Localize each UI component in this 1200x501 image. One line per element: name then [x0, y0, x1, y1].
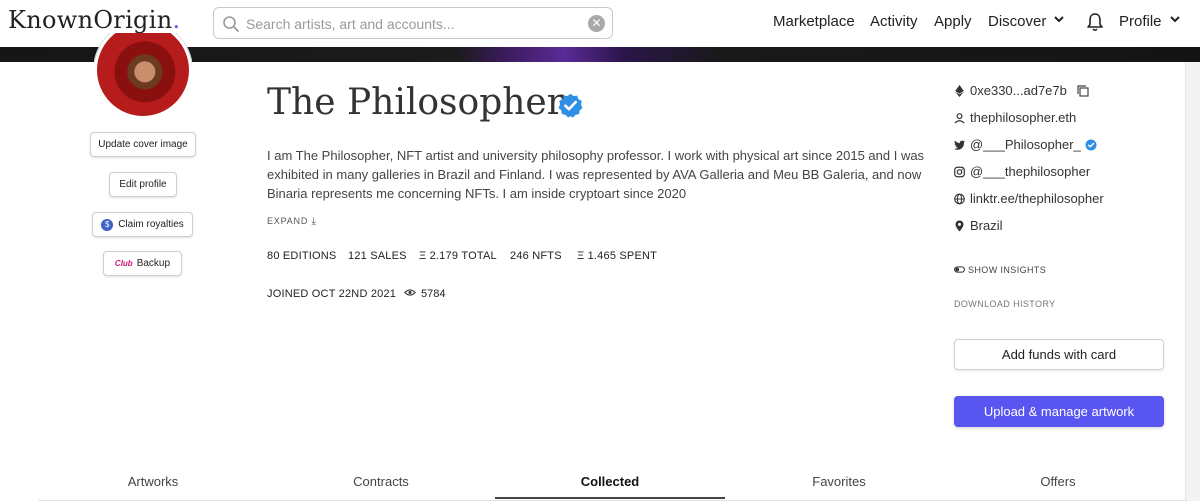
view-count: 5784 — [404, 288, 445, 300]
download-history-link[interactable]: DOWNLOAD HISTORY — [954, 299, 1056, 309]
website-url: linktr.ee/thephilosopher — [970, 191, 1104, 206]
nav-marketplace[interactable]: Marketplace — [773, 13, 855, 30]
tab-collected[interactable]: Collected — [495, 474, 725, 489]
ens-name-text: thephilosopher.eth — [970, 110, 1077, 125]
instagram-icon — [954, 166, 965, 177]
expand-label: EXPAND — [267, 216, 309, 226]
show-insights-toggle[interactable]: SHOW INSIGHTS — [954, 265, 1046, 275]
location-text: Brazil — [970, 218, 1003, 233]
chevron-down-icon — [1169, 16, 1180, 23]
ens-name[interactable]: thephilosopher.eth — [954, 110, 1076, 125]
knownorigin-logo[interactable]: KnownOrigin. — [8, 6, 180, 34]
update-cover-button[interactable]: Update cover image — [90, 132, 196, 157]
nav-activity[interactable]: Activity — [870, 13, 918, 30]
royalties-icon: $ — [101, 218, 114, 231]
tab-favorites[interactable]: Favorites — [724, 474, 954, 489]
active-tab-indicator — [495, 497, 725, 499]
wallet-address-text: 0xe330...ad7e7b — [970, 83, 1067, 98]
club-logo-icon: Club — [114, 259, 133, 268]
wallet-address[interactable]: 0xe330...ad7e7b — [954, 83, 1089, 98]
nav-apply[interactable]: Apply — [934, 13, 972, 30]
search-icon — [223, 16, 239, 32]
add-funds-button[interactable]: Add funds with card — [954, 339, 1164, 370]
user-icon — [954, 112, 965, 123]
globe-icon — [954, 193, 965, 204]
nav-profile[interactable]: Profile — [1119, 13, 1180, 30]
backup-label: Backup — [136, 258, 171, 269]
clear-search-icon[interactable]: ✕ — [588, 15, 605, 32]
instagram-handle: @___thephilosopher — [970, 164, 1091, 179]
claim-royalties-label: Claim royalties — [118, 219, 184, 230]
stat-sales: 121 SALES — [348, 250, 407, 262]
search-bar[interactable]: ✕ — [213, 7, 613, 39]
upload-artwork-button[interactable]: Upload & manage artwork — [954, 396, 1164, 427]
profile-bio: I am The Philosopher, NFT artist and uni… — [267, 148, 925, 201]
profile-tabs: Artworks Contracts Collected Favorites O… — [38, 468, 1188, 501]
avatar — [94, 33, 192, 119]
location: Brazil — [954, 218, 1003, 233]
claim-royalties-button[interactable]: $ Claim royalties — [92, 212, 193, 237]
profile-name: The Philosopher — [267, 82, 564, 123]
edit-profile-button[interactable]: Edit profile — [109, 172, 177, 197]
stat-nfts: 246 NFTS — [510, 250, 562, 262]
copy-icon[interactable] — [1077, 84, 1089, 97]
location-pin-icon — [955, 219, 964, 232]
chevron-down-icon — [1054, 16, 1065, 23]
nav-profile-label: Profile — [1119, 13, 1162, 30]
backup-button[interactable]: Club Backup — [103, 251, 182, 276]
eye-icon — [404, 289, 416, 296]
ethereum-icon — [955, 84, 964, 97]
verified-badge-icon — [1085, 139, 1097, 150]
stat-total: Ξ 2.179 TOTAL — [419, 250, 497, 262]
tab-contracts[interactable]: Contracts — [266, 474, 496, 489]
instagram-link[interactable]: @___thephilosopher — [954, 164, 1090, 179]
verified-badge-icon — [558, 93, 583, 118]
nav-discover-label: Discover — [988, 13, 1047, 30]
expand-bio-button[interactable]: EXPAND ⤓ — [267, 216, 317, 227]
nav-discover[interactable]: Discover — [988, 13, 1065, 30]
expand-arrow-icon: ⤓ — [311, 216, 317, 227]
twitter-link[interactable]: @___Philosopher_ — [954, 137, 1097, 152]
twitter-handle: @___Philosopher_ — [970, 137, 1081, 152]
scrollbar[interactable] — [1185, 62, 1200, 501]
search-input[interactable] — [246, 12, 586, 36]
bell-icon[interactable] — [1086, 12, 1104, 32]
tab-artworks[interactable]: Artworks — [38, 474, 268, 489]
view-count-value: 5784 — [421, 288, 446, 300]
tab-offers[interactable]: Offers — [943, 474, 1173, 489]
website-link[interactable]: linktr.ee/thephilosopher — [954, 191, 1104, 206]
logo-text: KnownOrigin — [8, 6, 173, 34]
twitter-icon — [954, 140, 965, 150]
show-insights-label: SHOW INSIGHTS — [968, 265, 1047, 275]
avatar-photo — [94, 33, 192, 119]
stat-editions: 80 EDITIONS — [267, 250, 337, 262]
joined-date: JOINED OCT 22ND 2021 — [267, 288, 397, 300]
logo-dot: . — [172, 6, 181, 34]
toggle-icon — [954, 266, 965, 273]
stat-spent: Ξ 1.465 SPENT — [577, 250, 658, 262]
